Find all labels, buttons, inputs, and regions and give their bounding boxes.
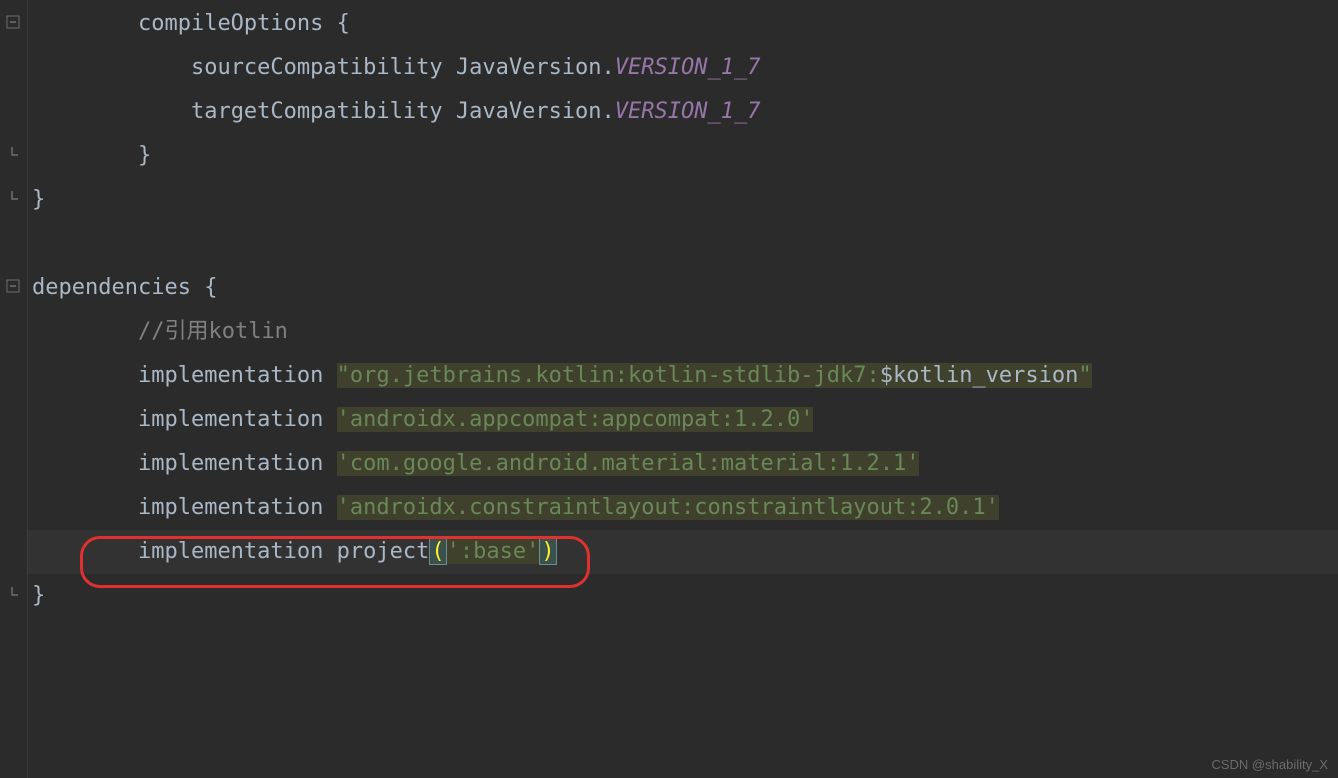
code-token: VERSION_1_7 — [615, 99, 761, 124]
fold-end-icon[interactable] — [4, 145, 22, 163]
code-line[interactable]: implementation 'androidx.appcompat:appco… — [28, 398, 1338, 442]
code-token: dependencies — [32, 275, 204, 300]
code-token: implementation — [138, 407, 337, 432]
code-token: 'com.google.android.material:material:1.… — [337, 451, 920, 476]
code-line[interactable]: } — [28, 574, 1338, 618]
code-line[interactable]: sourceCompatibility JavaVersion.VERSION_… — [28, 46, 1338, 90]
code-token: ) — [539, 538, 556, 565]
code-line[interactable]: targetCompatibility JavaVersion.VERSION_… — [28, 90, 1338, 134]
code-token: implementation — [138, 495, 337, 520]
code-token: { — [204, 275, 217, 300]
code-token: } — [138, 143, 151, 168]
code-line[interactable]: //引用kotlin — [28, 310, 1338, 354]
code-line[interactable]: compileOptions { — [28, 2, 1338, 46]
code-token: ( — [429, 538, 446, 565]
code-token: 'androidx.constraintlayout:constraintlay… — [337, 495, 999, 520]
code-token: } — [32, 187, 45, 212]
fold-icon[interactable] — [4, 13, 22, 31]
code-line[interactable]: implementation 'com.google.android.mater… — [28, 442, 1338, 486]
code-token: compileOptions — [138, 11, 337, 36]
code-line[interactable]: implementation 'androidx.constraintlayou… — [28, 486, 1338, 530]
code-area[interactable]: compileOptions { sourceCompatibility Jav… — [28, 0, 1338, 778]
code-line[interactable]: } — [28, 178, 1338, 222]
code-token: $kotlin_version — [880, 363, 1079, 388]
fold-end-icon[interactable] — [4, 585, 22, 603]
code-token: implementation project — [138, 539, 429, 564]
code-token: targetCompatibility JavaVersion. — [191, 99, 615, 124]
code-token: { — [337, 11, 350, 36]
code-token: " — [1078, 363, 1091, 388]
code-line[interactable] — [28, 222, 1338, 266]
code-line[interactable]: implementation project(':base') — [28, 530, 1338, 574]
code-token: ':base' — [447, 539, 540, 564]
code-token: 'androidx.appcompat:appcompat:1.2.0' — [337, 407, 814, 432]
code-editor[interactable]: compileOptions { sourceCompatibility Jav… — [0, 0, 1338, 778]
code-line[interactable]: } — [28, 134, 1338, 178]
code-token: //引用kotlin — [138, 319, 288, 344]
fold-end-icon[interactable] — [4, 189, 22, 207]
code-token: "org.jetbrains.kotlin:kotlin-stdlib-jdk7… — [337, 363, 880, 388]
fold-icon[interactable] — [4, 277, 22, 295]
code-token: implementation — [138, 451, 337, 476]
code-token: } — [32, 583, 45, 608]
code-token: implementation — [138, 363, 337, 388]
code-line[interactable]: implementation "org.jetbrains.kotlin:kot… — [28, 354, 1338, 398]
watermark: CSDN @shability_X — [1211, 757, 1328, 772]
code-token: sourceCompatibility JavaVersion. — [191, 55, 615, 80]
code-line[interactable]: dependencies { — [28, 266, 1338, 310]
gutter — [0, 0, 28, 778]
code-token: VERSION_1_7 — [615, 55, 761, 80]
